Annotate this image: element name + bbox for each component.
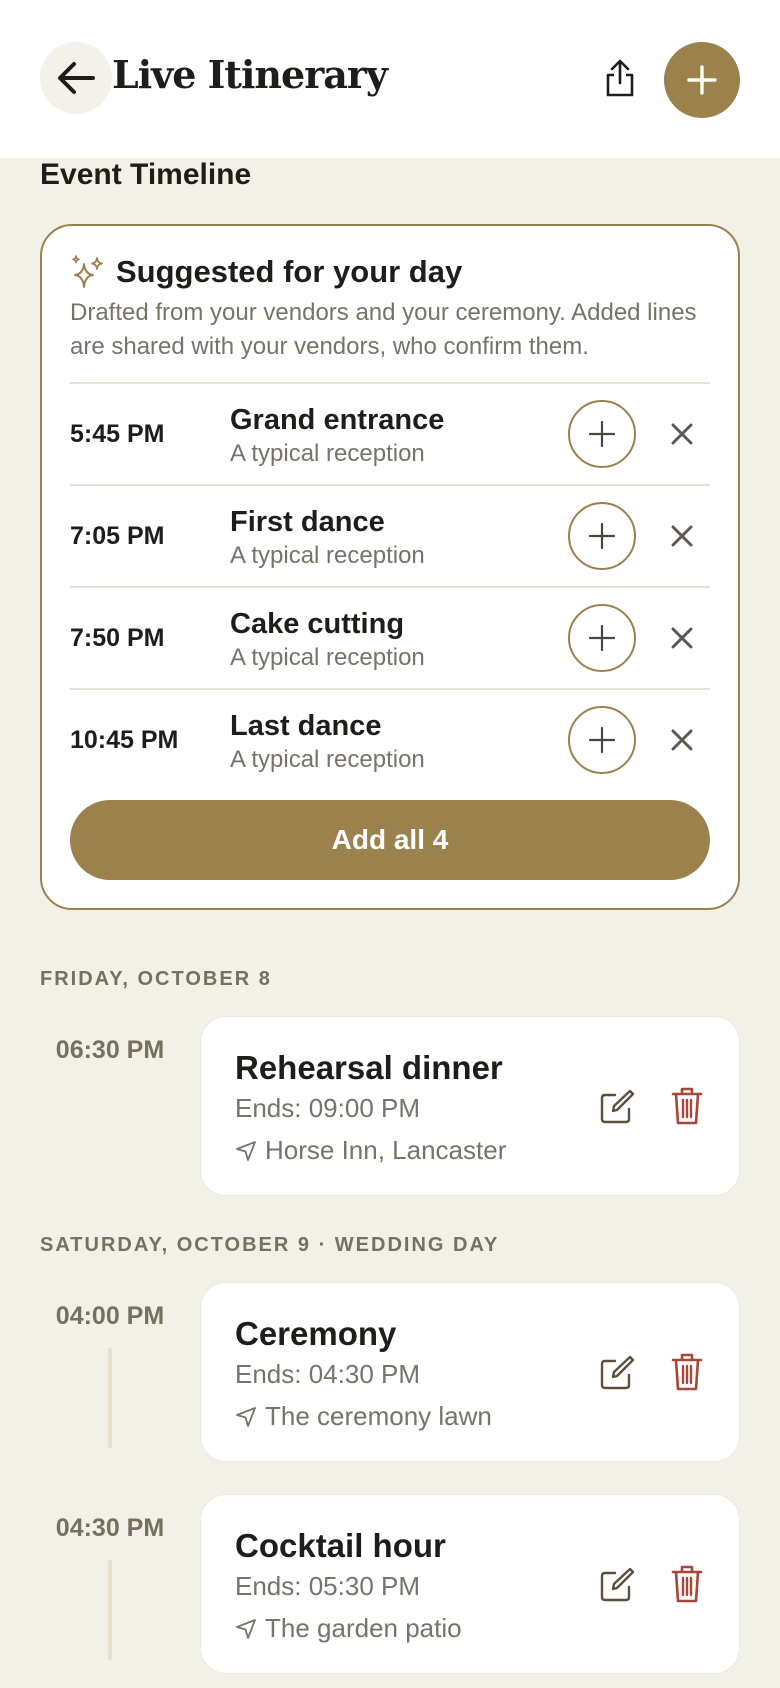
trash-icon xyxy=(671,1565,703,1603)
back-button[interactable] xyxy=(40,42,112,114)
suggestion-subtitle: A typical reception xyxy=(230,746,425,773)
event-title: Ceremony xyxy=(235,1315,397,1352)
add-suggestion-button[interactable] xyxy=(568,502,636,570)
add-suggestion-button[interactable] xyxy=(568,706,636,774)
event-end-time: Ends: 05:30 PM xyxy=(235,1571,420,1601)
suggestions-description: Drafted from your vendors and your cerem… xyxy=(70,299,697,360)
close-icon xyxy=(671,729,693,751)
arrow-left-icon xyxy=(58,62,95,94)
dismiss-suggestion-button[interactable] xyxy=(664,722,700,758)
suggestion-row: 10:45 PM Last dance A typical reception xyxy=(70,688,710,790)
close-icon xyxy=(671,423,693,445)
day-header: FRIDAY, OCTOBER 8 xyxy=(40,968,272,990)
dismiss-suggestion-button[interactable] xyxy=(664,620,700,656)
trash-icon xyxy=(671,1087,703,1125)
add-all-button[interactable]: Add all 4 xyxy=(70,800,710,880)
sparkles-icon xyxy=(72,255,103,288)
suggestion-name: Grand entrance xyxy=(230,404,445,436)
suggestions-title: Suggested for your day xyxy=(116,254,463,289)
event-title: Rehearsal dinner xyxy=(235,1049,503,1086)
plus-icon xyxy=(687,65,717,95)
timeline-connector xyxy=(108,1560,112,1660)
add-event-button[interactable] xyxy=(664,42,740,118)
suggestion-subtitle: A typical reception xyxy=(230,440,425,467)
day-header: SATURDAY, OCTOBER 9 · WEDDING DAY xyxy=(40,1234,500,1256)
suggestion-subtitle: A typical reception xyxy=(230,644,425,671)
event-time: 04:00 PM xyxy=(55,1302,165,1330)
event-location: The ceremony lawn xyxy=(235,1401,492,1432)
edit-event-button[interactable] xyxy=(595,1085,639,1129)
add-suggestion-button[interactable] xyxy=(568,604,636,672)
suggestion-name: First dance xyxy=(230,506,385,538)
edit-icon xyxy=(600,1355,635,1390)
suggestion-time: 7:05 PM xyxy=(70,522,165,550)
event-card[interactable]: Cocktail hour Ends: 05:30 PM The garden … xyxy=(200,1494,740,1674)
suggestion-row: 7:05 PM First dance A typical reception xyxy=(70,484,710,586)
plus-icon xyxy=(589,523,615,549)
plus-icon xyxy=(589,727,615,753)
event-location: The garden patio xyxy=(235,1613,462,1644)
share-button[interactable] xyxy=(596,52,644,104)
event-time: 04:30 PM xyxy=(55,1514,165,1542)
page-title: Live Itinerary xyxy=(112,52,388,97)
plus-icon xyxy=(589,625,615,651)
delete-event-button[interactable] xyxy=(667,1349,707,1395)
add-suggestion-button[interactable] xyxy=(568,400,636,468)
edit-icon xyxy=(600,1089,635,1124)
share-icon xyxy=(606,59,634,97)
event-title: Cocktail hour xyxy=(235,1527,446,1564)
close-icon xyxy=(671,627,693,649)
event-location-text: The garden patio xyxy=(265,1613,462,1643)
event-card[interactable]: Rehearsal dinner Ends: 09:00 PM Horse In… xyxy=(200,1016,740,1196)
close-icon xyxy=(671,525,693,547)
suggestions-card: Suggested for your day Drafted from your… xyxy=(40,224,740,910)
plus-icon xyxy=(589,421,615,447)
suggestion-time: 10:45 PM xyxy=(70,726,179,754)
suggestion-time: 7:50 PM xyxy=(70,624,165,652)
suggestion-name: Last dance xyxy=(230,710,382,742)
suggestions-header: Suggested for your day xyxy=(70,254,462,290)
suggestion-row: 5:45 PM Grand entrance A typical recepti… xyxy=(70,382,710,484)
event-location-text: The ceremony lawn xyxy=(265,1401,492,1431)
suggestion-name: Cake cutting xyxy=(230,608,405,640)
dismiss-suggestion-button[interactable] xyxy=(664,416,700,452)
location-arrow-icon xyxy=(236,1140,256,1161)
suggestion-subtitle: A typical reception xyxy=(230,542,425,569)
event-end-time: Ends: 09:00 PM xyxy=(235,1093,420,1123)
location-arrow-icon xyxy=(236,1406,256,1427)
trash-icon xyxy=(671,1353,703,1391)
event-time: 06:30 PM xyxy=(55,1036,165,1064)
edit-event-button[interactable] xyxy=(595,1563,639,1607)
delete-event-button[interactable] xyxy=(667,1561,707,1607)
suggestion-time: 5:45 PM xyxy=(70,420,165,448)
event-card[interactable]: Ceremony Ends: 04:30 PM The ceremony law… xyxy=(200,1282,740,1462)
event-location: Horse Inn, Lancaster xyxy=(235,1135,506,1166)
edit-event-button[interactable] xyxy=(595,1351,639,1395)
dismiss-suggestion-button[interactable] xyxy=(664,518,700,554)
app-header: Live Itinerary xyxy=(0,0,780,158)
section-title: Event Timeline xyxy=(40,158,252,191)
suggestion-row: 7:50 PM Cake cutting A typical reception xyxy=(70,586,710,688)
delete-event-button[interactable] xyxy=(667,1083,707,1129)
edit-icon xyxy=(600,1567,635,1602)
location-arrow-icon xyxy=(236,1618,256,1639)
timeline-connector xyxy=(108,1348,112,1448)
event-location-text: Horse Inn, Lancaster xyxy=(265,1135,507,1165)
event-end-time: Ends: 04:30 PM xyxy=(235,1359,420,1389)
